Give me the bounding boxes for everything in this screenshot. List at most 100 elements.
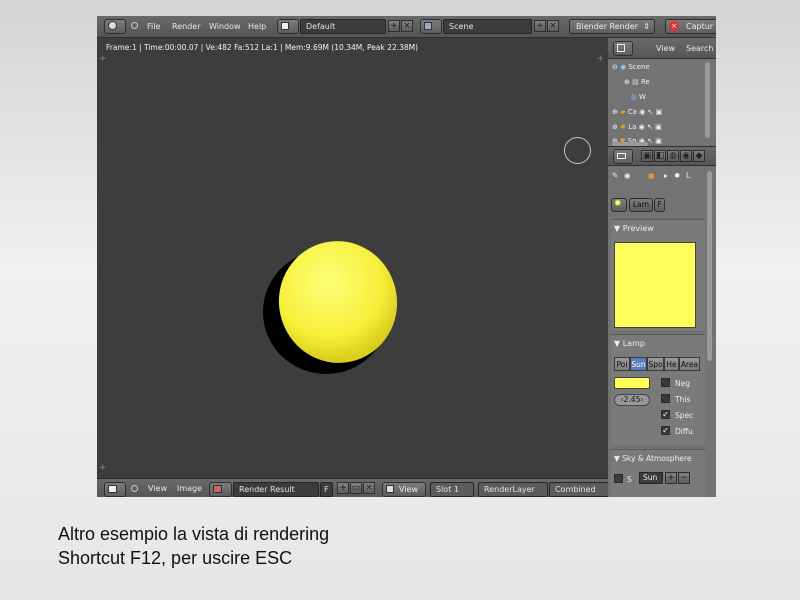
scene-selector-button[interactable] bbox=[420, 19, 442, 34]
world-icon: ◍ bbox=[630, 93, 637, 101]
view-mode-label: View bbox=[399, 485, 418, 494]
render-viewport[interactable]: Frame:1 | Time:00:00.07 | Ve:482 Fa:512 … bbox=[97, 38, 606, 475]
outliner-scrollbar[interactable] bbox=[705, 62, 710, 138]
add-scene-button[interactable]: + bbox=[534, 20, 546, 32]
remove-scene-button[interactable]: × bbox=[547, 20, 559, 32]
render-pass-select[interactable]: Combined bbox=[549, 482, 609, 497]
lamp-datablock-name[interactable]: Lam bbox=[629, 198, 653, 212]
render-icon[interactable]: ▣ bbox=[656, 108, 663, 116]
pin-icon[interactable]: ✎ bbox=[612, 171, 618, 180]
fake-user-button[interactable]: F bbox=[320, 482, 333, 497]
corner-plus-icon[interactable]: + bbox=[99, 54, 107, 64]
eye-icon-lamp[interactable]: ◉ bbox=[639, 123, 645, 131]
outliner-hscrollbar[interactable] bbox=[612, 142, 648, 146]
render-icon-lamp[interactable]: ▣ bbox=[655, 123, 662, 131]
menu-toggle-icon-bottom[interactable] bbox=[131, 485, 138, 492]
sky-add-button[interactable]: + bbox=[665, 472, 677, 484]
lamp-breadcrumb-icon: ✹ bbox=[674, 171, 681, 180]
preview-panel-title[interactable]: ▼ Preview bbox=[614, 224, 654, 233]
lamp-type-point[interactable]: Poi bbox=[614, 357, 630, 371]
lamp-fake-user[interactable]: F bbox=[654, 198, 665, 212]
lamp-type-spot[interactable]: Spo bbox=[647, 357, 664, 371]
render-context-icon[interactable]: ▣ bbox=[641, 150, 653, 162]
sky-sun-label: Sun bbox=[643, 473, 658, 482]
blender-window: File Render Window Help Default + × Scen… bbox=[97, 16, 716, 497]
eye-icon[interactable]: ◉ bbox=[639, 108, 645, 116]
render-layer-select[interactable]: RenderLayer bbox=[478, 482, 548, 497]
outliner-row-camera[interactable]: Ca bbox=[628, 108, 637, 116]
sky-atmosphere-panel: ▼ Sky & Atmosphere S Sun + − bbox=[611, 449, 705, 497]
scene-context-icon[interactable]: ◧ bbox=[654, 150, 666, 162]
specular-checkbox[interactable]: ✓ bbox=[661, 410, 670, 419]
menu-toggle-icon[interactable] bbox=[131, 22, 138, 29]
outliner-search-menu[interactable]: Search bbox=[686, 42, 713, 55]
this-layer-checkbox[interactable] bbox=[661, 394, 670, 403]
menu-help[interactable]: Help bbox=[248, 20, 266, 33]
lamp-datablock-icon[interactable]: ✹ bbox=[611, 198, 627, 212]
corner-plus-icon-right[interactable]: + bbox=[596, 54, 604, 64]
object-context-icon[interactable]: ◉ bbox=[680, 150, 692, 162]
sky-sun-field[interactable]: Sun bbox=[639, 472, 663, 484]
negative-checkbox[interactable] bbox=[661, 378, 670, 387]
properties-type-button[interactable] bbox=[613, 149, 633, 164]
sky-checkbox[interactable] bbox=[614, 474, 623, 483]
lamp-type-sun[interactable]: Sun bbox=[630, 357, 647, 371]
energy-field[interactable]: ‹2.45› bbox=[614, 394, 650, 406]
info-header: File Render Window Help Default + × Scen… bbox=[97, 16, 716, 38]
lamp-type-area[interactable]: Area bbox=[679, 357, 700, 371]
scene-breadcrumb-icon: ◉ bbox=[624, 171, 631, 180]
sky-panel-title[interactable]: ▼ Sky & Atmosphere bbox=[614, 454, 691, 463]
data-context-icon[interactable]: ◆ bbox=[693, 150, 705, 162]
info-icon bbox=[108, 21, 117, 30]
outliner-row-world[interactable]: W bbox=[639, 93, 646, 101]
capture-button[interactable]: × Captur bbox=[665, 19, 716, 34]
world-context-icon[interactable]: ◍ bbox=[667, 150, 679, 162]
properties-header: ▣ ◧ ◍ ◉ ◆ bbox=[608, 147, 716, 166]
cursor-icon[interactable]: ↖ bbox=[647, 108, 653, 116]
breadcrumb-arrow-icon: ▸ bbox=[664, 171, 668, 180]
cursor-icon-lamp[interactable]: ↖ bbox=[647, 123, 653, 131]
cursor-icon-sphere[interactable]: ↖ bbox=[647, 137, 653, 145]
editor-type-button-bottom[interactable] bbox=[104, 482, 126, 497]
outliner-row-scene[interactable]: Scene bbox=[628, 63, 649, 71]
outliner-row-lamp[interactable]: La bbox=[628, 123, 636, 131]
lamp-type-hemi[interactable]: He bbox=[664, 357, 679, 371]
properties-scrollbar[interactable] bbox=[707, 171, 712, 361]
image-browse-button[interactable] bbox=[209, 482, 232, 497]
capture-label: Captur bbox=[686, 22, 714, 31]
add-layout-button[interactable]: + bbox=[388, 20, 400, 32]
screen-layout-button[interactable] bbox=[277, 19, 299, 34]
scene-icon-outliner: ◉ bbox=[620, 63, 627, 71]
view-mode-button[interactable]: View bbox=[382, 482, 426, 497]
view-icon bbox=[386, 485, 394, 493]
corner-plus-icon-bottom[interactable]: + bbox=[99, 463, 107, 473]
cursor-circle-icon bbox=[564, 137, 591, 164]
menu-file[interactable]: File bbox=[147, 20, 160, 33]
outliner-row-renderlayers[interactable]: Re bbox=[641, 78, 650, 86]
menu-window[interactable]: Window bbox=[209, 20, 241, 33]
render-engine-select[interactable]: Blender Render ⇕ bbox=[569, 19, 655, 34]
menu-image[interactable]: Image bbox=[177, 482, 202, 495]
menu-view[interactable]: View bbox=[148, 482, 167, 495]
remove-layout-button[interactable]: × bbox=[401, 20, 413, 32]
scene-icon bbox=[424, 22, 432, 30]
render-icon-sphere[interactable]: ▣ bbox=[655, 137, 662, 145]
image-editor-icon bbox=[108, 485, 117, 493]
outliner-type-button[interactable] bbox=[613, 41, 633, 56]
new-image-button[interactable]: + bbox=[337, 482, 349, 494]
sky-remove-button[interactable]: − bbox=[678, 472, 690, 484]
properties-icon bbox=[617, 153, 626, 159]
open-image-icon[interactable]: ▭ bbox=[350, 482, 362, 494]
slot-select[interactable]: Slot 1 bbox=[430, 482, 474, 497]
menu-render[interactable]: Render bbox=[172, 20, 200, 33]
lamp-color-swatch[interactable] bbox=[614, 377, 650, 389]
image-name-field[interactable]: Render Result bbox=[233, 482, 319, 497]
lamp-panel-title[interactable]: ▼ Lamp bbox=[614, 339, 645, 348]
editor-type-button[interactable] bbox=[104, 19, 126, 34]
diffuse-checkbox[interactable]: ✓ bbox=[661, 426, 670, 435]
scene-field[interactable]: Scene bbox=[443, 19, 532, 34]
unlink-image-button[interactable]: × bbox=[363, 482, 375, 494]
layout-field[interactable]: Default bbox=[300, 19, 386, 34]
outliner-view-menu[interactable]: View bbox=[656, 42, 675, 55]
camera-icon: ▰ bbox=[620, 108, 626, 116]
